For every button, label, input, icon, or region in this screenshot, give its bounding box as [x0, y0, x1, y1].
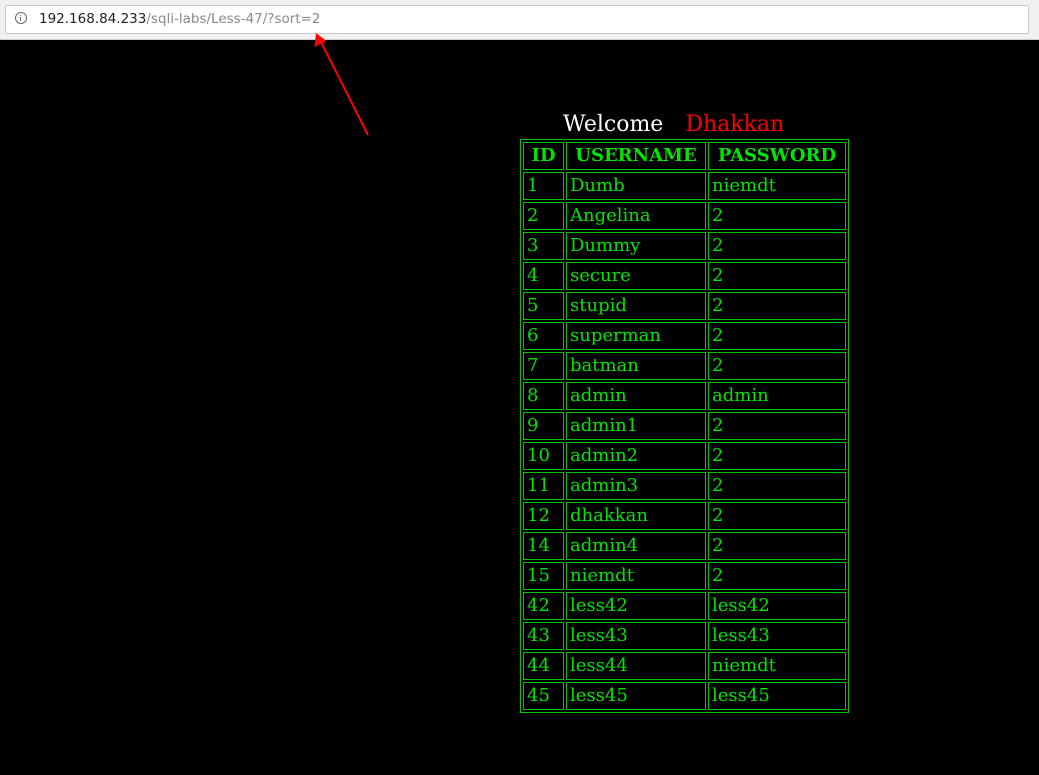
cell-password: 2: [708, 322, 846, 350]
cell-id: 9: [523, 412, 564, 440]
cell-password: 2: [708, 502, 846, 530]
table-row: 15 niemdt 2: [523, 562, 846, 590]
cell-id: 14: [523, 532, 564, 560]
welcome-line: Welcome Dhakkan: [563, 112, 784, 138]
annotation-arrow-shaft: [320, 41, 369, 136]
table-row: 9 admin1 2: [523, 412, 846, 440]
cell-username: Dumb: [566, 172, 706, 200]
header-password: PASSWORD: [708, 142, 846, 170]
table-row: 7 batman 2: [523, 352, 846, 380]
cell-username: admin1: [566, 412, 706, 440]
table-row: 8 admin admin: [523, 382, 846, 410]
cell-id: 11: [523, 472, 564, 500]
table-row: 44 less44 niemdt: [523, 652, 846, 680]
table-row: 6 superman 2: [523, 322, 846, 350]
info-icon[interactable]: [15, 12, 27, 24]
cell-password: 2: [708, 352, 846, 380]
welcome-label: Welcome: [563, 112, 664, 137]
cell-id: 7: [523, 352, 564, 380]
cell-id: 2: [523, 202, 564, 230]
cell-password: 2: [708, 262, 846, 290]
cell-password: 2: [708, 562, 846, 590]
cell-id: 4: [523, 262, 564, 290]
cell-password: niemdt: [708, 652, 846, 680]
cell-id: 8: [523, 382, 564, 410]
table-header-row: ID USERNAME PASSWORD: [523, 142, 846, 170]
table-row: 42 less42 less42: [523, 592, 846, 620]
table-row: 5 stupid 2: [523, 292, 846, 320]
cell-password: 2: [708, 472, 846, 500]
cell-username: secure: [566, 262, 706, 290]
cell-username: admin3: [566, 472, 706, 500]
cell-id: 15: [523, 562, 564, 590]
cell-password: 2: [708, 532, 846, 560]
cell-username: stupid: [566, 292, 706, 320]
address-bar[interactable]: 192.168.84.233/sqli-labs/Less-47/?sort=2: [5, 5, 1029, 34]
cell-username: admin4: [566, 532, 706, 560]
table-row: 4 secure 2: [523, 262, 846, 290]
cell-username: less45: [566, 682, 706, 710]
table-row: 43 less43 less43: [523, 622, 846, 650]
cell-username: less43: [566, 622, 706, 650]
cell-username: less44: [566, 652, 706, 680]
cell-username: less42: [566, 592, 706, 620]
table-row: 2 Angelina 2: [523, 202, 846, 230]
table-row: 12 dhakkan 2: [523, 502, 846, 530]
cell-id: 3: [523, 232, 564, 260]
table-row: 10 admin2 2: [523, 442, 846, 470]
cell-id: 43: [523, 622, 564, 650]
header-username: USERNAME: [566, 142, 706, 170]
cell-password: 2: [708, 442, 846, 470]
cell-password: 2: [708, 412, 846, 440]
cell-id: 45: [523, 682, 564, 710]
user-name: Dhakkan: [685, 112, 785, 137]
table-row: 1 Dumb niemdt: [523, 172, 846, 200]
cell-password: less42: [708, 592, 846, 620]
cell-username: niemdt: [566, 562, 706, 590]
cell-password: 2: [708, 232, 846, 260]
url-path: /sqli-labs/Less-47/?sort=2: [146, 11, 321, 27]
cell-username: admin: [566, 382, 706, 410]
cell-password: niemdt: [708, 172, 846, 200]
browser-toolbar: 192.168.84.233/sqli-labs/Less-47/?sort=2: [0, 0, 1039, 40]
url-host: 192.168.84.233: [39, 11, 147, 27]
cell-id: 6: [523, 322, 564, 350]
table-row: 14 admin4 2: [523, 532, 846, 560]
table-row: 11 admin3 2: [523, 472, 846, 500]
cell-password: less43: [708, 622, 846, 650]
users-table: ID USERNAME PASSWORD 1 Dumb niemdt 2 Angeli…: [520, 139, 849, 713]
cell-username: batman: [566, 352, 706, 380]
cell-id: 44: [523, 652, 564, 680]
table-row: 45 less45 less45: [523, 682, 846, 710]
cell-password: 2: [708, 202, 846, 230]
cell-password: 2: [708, 292, 846, 320]
table-row: 3 Dummy 2: [523, 232, 846, 260]
cell-id: 5: [523, 292, 564, 320]
cell-id: 1: [523, 172, 564, 200]
cell-password: less45: [708, 682, 846, 710]
cell-username: dhakkan: [566, 502, 706, 530]
header-id: ID: [523, 142, 564, 170]
cell-username: admin2: [566, 442, 706, 470]
cell-password: admin: [708, 382, 846, 410]
cell-username: Angelina: [566, 202, 706, 230]
cell-id: 10: [523, 442, 564, 470]
url-text[interactable]: 192.168.84.233/sqli-labs/Less-47/?sort=2: [39, 6, 321, 33]
cell-username: superman: [566, 322, 706, 350]
cell-id: 12: [523, 502, 564, 530]
cell-id: 42: [523, 592, 564, 620]
cell-username: Dummy: [566, 232, 706, 260]
